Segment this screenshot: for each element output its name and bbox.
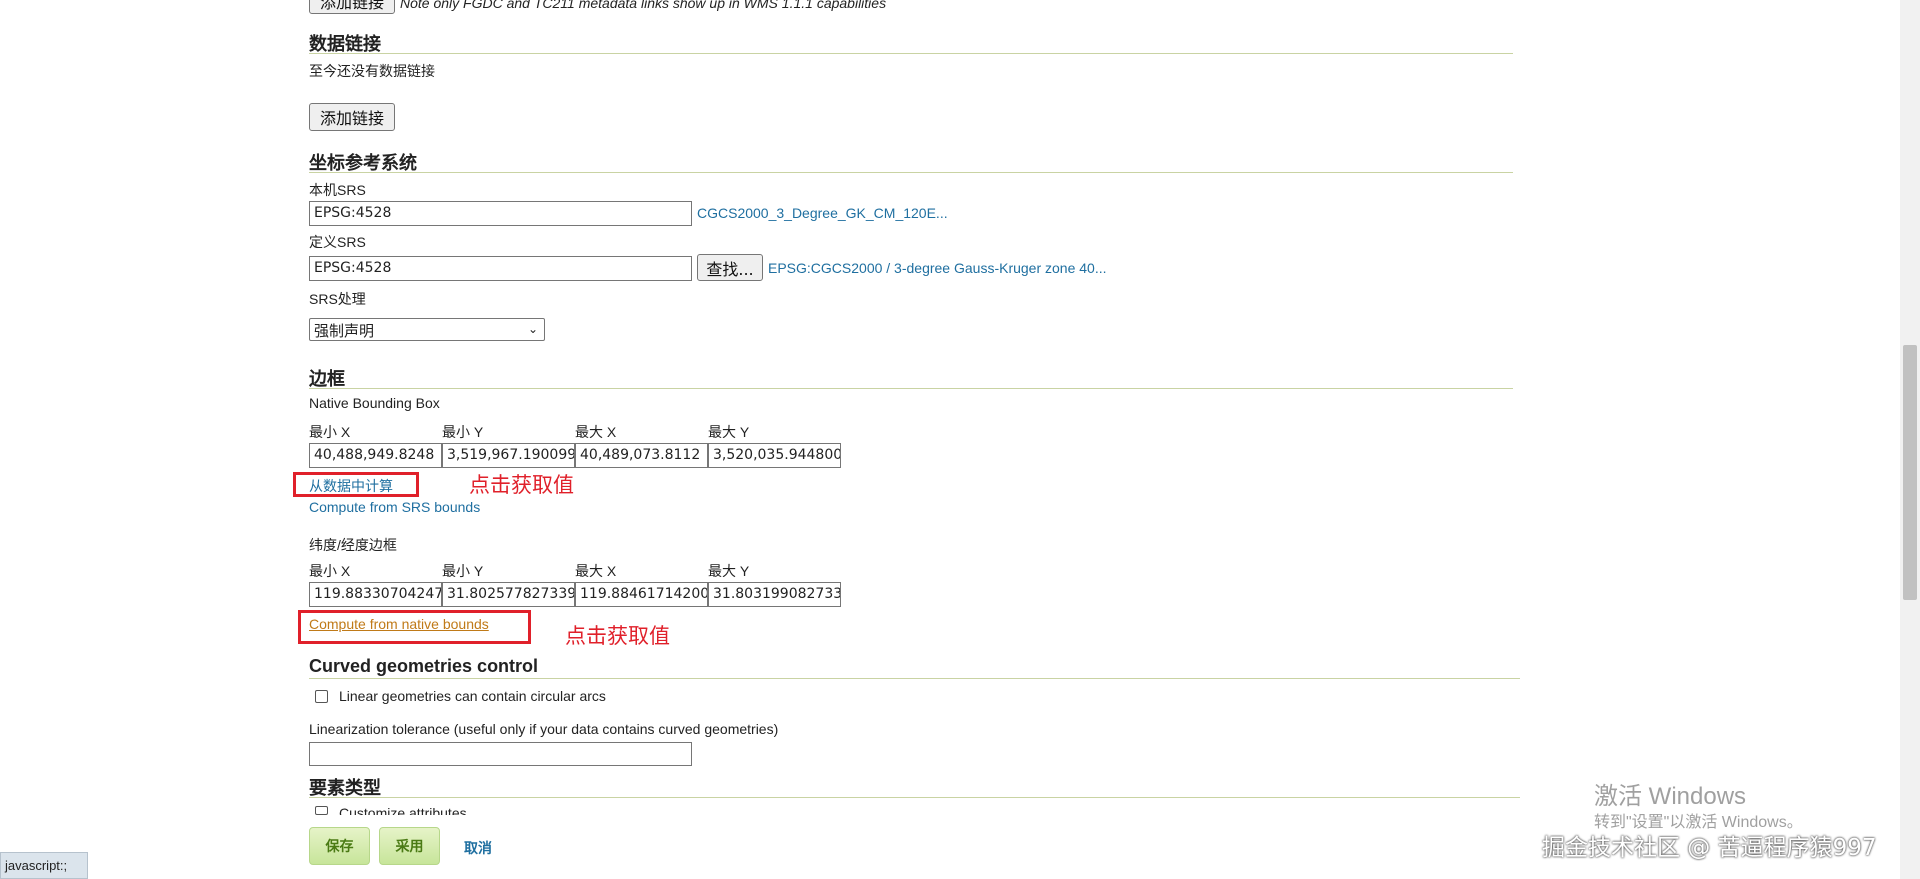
latlon-bbox-label: 纬度/经度边框: [309, 537, 397, 553]
latlon-min-x-input[interactable]: 119.883307042479: [309, 582, 442, 607]
chevron-down-icon: ⌄: [527, 322, 538, 336]
metadata-note: Note only FGDC and TC211 metadata links …: [400, 0, 887, 11]
add-link-button-top[interactable]: 添加链接: [309, 0, 395, 14]
native-min-x-header: 最小 X: [309, 424, 351, 440]
curved-divider: [309, 678, 1520, 679]
activate-windows-title: 激活 Windows: [1594, 783, 1747, 810]
annotation-text-1: 点击获取值: [469, 473, 574, 497]
compute-from-srs-link[interactable]: Compute from SRS bounds: [309, 499, 480, 515]
native-srs-input[interactable]: EPSG:4528: [309, 201, 692, 226]
bbox-divider: [309, 388, 1513, 389]
declared-srs-link[interactable]: EPSG:CGCS2000 / 3-degree Gauss-Kruger zo…: [768, 260, 1107, 276]
customize-attributes-clip: Customize attributes: [330, 802, 530, 815]
latlon-min-y-input[interactable]: 31.8025778273396: [442, 582, 575, 607]
status-bar: javascript:;: [0, 852, 88, 879]
add-data-link-button[interactable]: 添加链接: [309, 103, 395, 131]
native-min-y-input[interactable]: 3,519,967.1900999: [442, 443, 575, 468]
native-max-y-input[interactable]: 3,520,035.9448000: [708, 443, 841, 468]
feature-type-divider: [309, 797, 1520, 798]
save-button[interactable]: 保存: [309, 827, 370, 865]
native-min-y-header: 最小 Y: [442, 424, 484, 440]
data-links-empty-text: 至今还没有数据链接: [309, 63, 435, 79]
compute-from-data-link[interactable]: 从数据中计算: [309, 476, 393, 496]
customize-attributes-checkbox[interactable]: [315, 806, 328, 815]
circular-arcs-label: Linear geometries can contain circular a…: [339, 688, 606, 704]
cancel-link[interactable]: 取消: [464, 838, 492, 858]
tolerance-label: Linearization tolerance (useful only if …: [309, 721, 779, 737]
srs-handling-select[interactable]: 强制声明 ⌄: [309, 318, 545, 341]
native-min-x-input[interactable]: 40,488,949.8248: [309, 443, 442, 468]
native-srs-link[interactable]: CGCS2000_3_Degree_GK_CM_120E...: [697, 205, 948, 221]
page-scrollbar[interactable]: [1900, 0, 1920, 879]
scrollbar-thumb[interactable]: [1903, 345, 1917, 600]
latlon-max-y-header: 最大 Y: [708, 563, 750, 579]
srs-handling-label: SRS处理: [309, 291, 366, 307]
native-max-x-header: 最大 X: [575, 424, 617, 440]
circular-arcs-checkbox[interactable]: [315, 690, 328, 703]
latlon-max-x-header: 最大 X: [575, 563, 617, 579]
declared-srs-label: 定义SRS: [309, 234, 366, 250]
status-bar-text: javascript:;: [5, 858, 68, 873]
native-max-x-input[interactable]: 40,489,073.8112: [575, 443, 708, 468]
srs-handling-value: 强制声明: [314, 322, 375, 340]
compute-from-native-link[interactable]: Compute from native bounds: [309, 616, 489, 632]
find-srs-button[interactable]: 查找...: [697, 254, 763, 281]
tolerance-input[interactable]: [309, 742, 692, 766]
curved-title: Curved geometries control: [309, 656, 539, 676]
customize-attributes-label: Customize attributes: [339, 805, 467, 815]
latlon-min-x-header: 最小 X: [309, 563, 351, 579]
crs-divider: [309, 172, 1513, 173]
native-srs-label: 本机SRS: [309, 182, 366, 198]
latlon-min-y-header: 最小 Y: [442, 563, 484, 579]
native-max-y-header: 最大 Y: [708, 424, 750, 440]
latlon-max-x-input[interactable]: 119.884617142007: [575, 582, 708, 607]
latlon-max-y-input[interactable]: 31.8031990827337: [708, 582, 841, 607]
declared-srs-input[interactable]: EPSG:4528: [309, 256, 692, 281]
apply-button[interactable]: 采用: [379, 827, 440, 865]
site-watermark: 掘金技术社区 @ 苦逼程序猿997: [1542, 835, 1877, 861]
data-links-divider: [309, 53, 1513, 54]
annotation-text-2: 点击获取值: [565, 624, 670, 648]
native-bbox-label: Native Bounding Box: [309, 395, 440, 411]
